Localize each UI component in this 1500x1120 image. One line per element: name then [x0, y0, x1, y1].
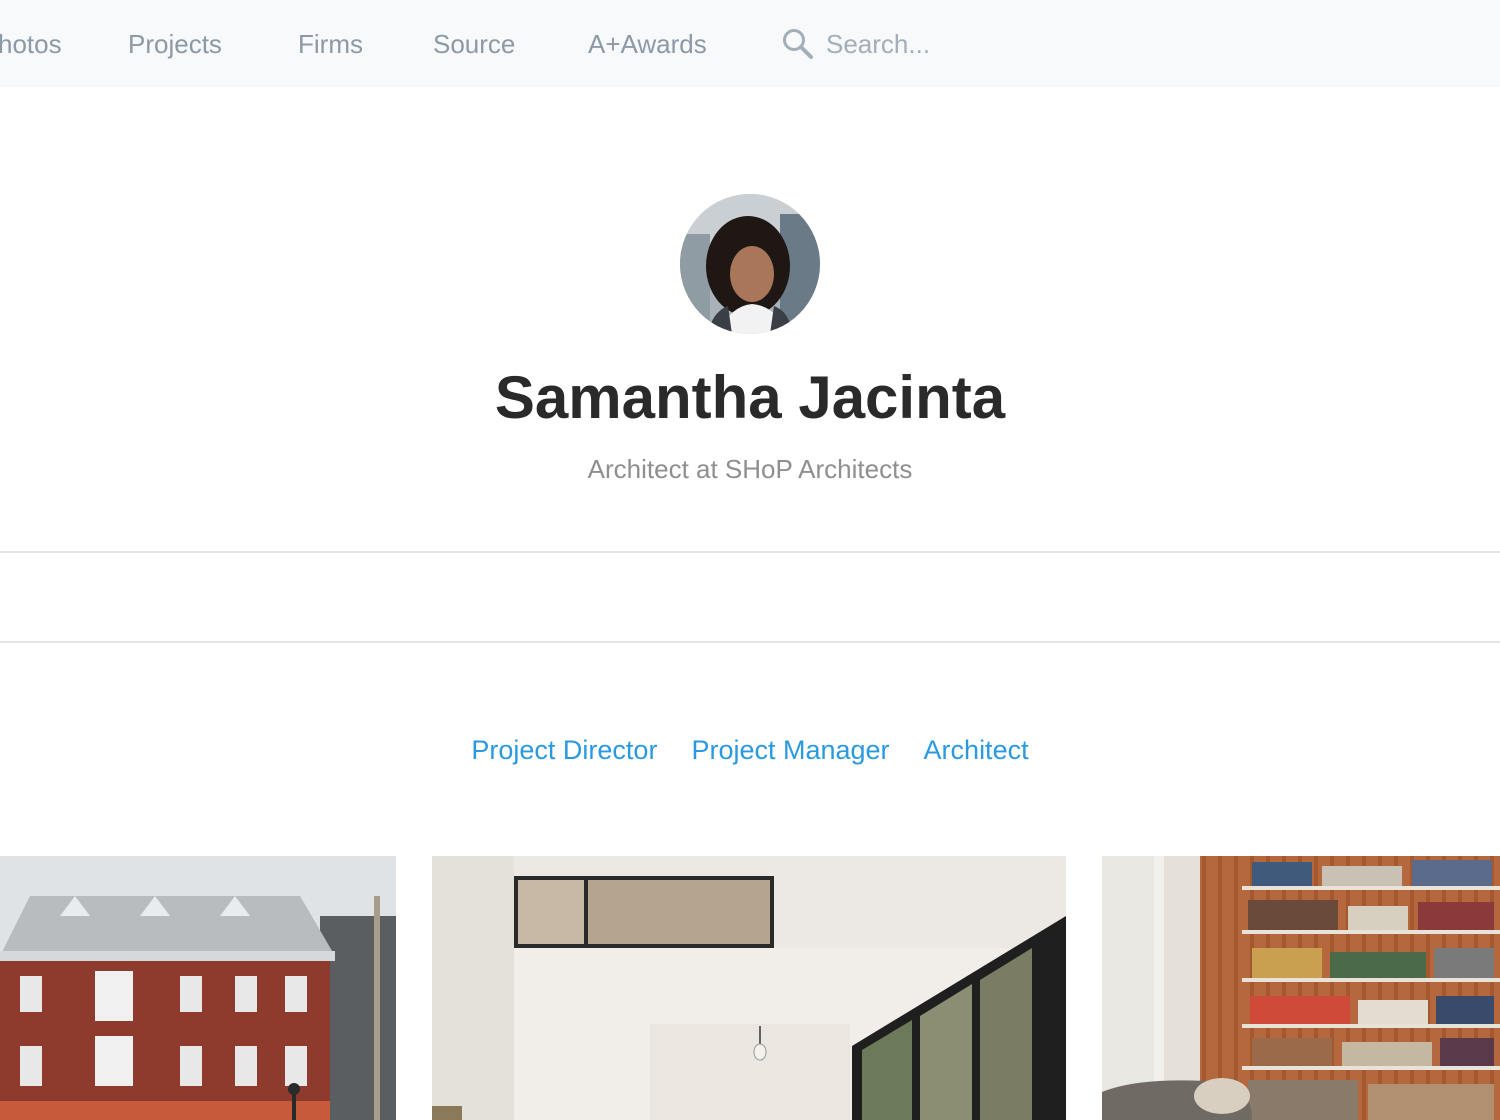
nav-item-source[interactable]: Source: [433, 26, 515, 62]
nav-item-awards[interactable]: A+Awards: [588, 26, 707, 62]
project-photo-card-2[interactable]: [432, 856, 1066, 1120]
profile-name: Samantha Jacinta: [494, 364, 1006, 431]
role-tag-project-manager[interactable]: Project Manager: [691, 732, 889, 768]
role-tags: Project Director Project Manager Archite…: [0, 732, 1500, 768]
project-photo-white-interior: [432, 856, 1066, 1120]
role-tag-project-director[interactable]: Project Director: [471, 732, 657, 768]
avatar: [680, 194, 820, 334]
avatar-photo: [680, 194, 820, 334]
role-tag-architect[interactable]: Architect: [924, 732, 1029, 768]
nav-item-firms[interactable]: Firms: [298, 26, 363, 62]
nav-item-projects[interactable]: Projects: [128, 26, 222, 62]
project-photo-card-3[interactable]: [1102, 856, 1500, 1120]
project-photo-bookshelf-interior: [1102, 856, 1500, 1120]
search-icon[interactable]: [781, 27, 815, 61]
nav-item-photos[interactable]: hotos: [0, 26, 62, 62]
profile-subtitle: Architect at SHoP Architects: [587, 454, 913, 484]
divider-top: [0, 551, 1500, 553]
search-input[interactable]: [826, 26, 1126, 62]
top-navigation-bar: hotos Projects Firms Source A+Awards: [0, 0, 1500, 87]
project-photo-card-1[interactable]: [0, 856, 396, 1120]
divider-bottom: [0, 641, 1500, 643]
project-photo-brick-building: [0, 856, 396, 1120]
